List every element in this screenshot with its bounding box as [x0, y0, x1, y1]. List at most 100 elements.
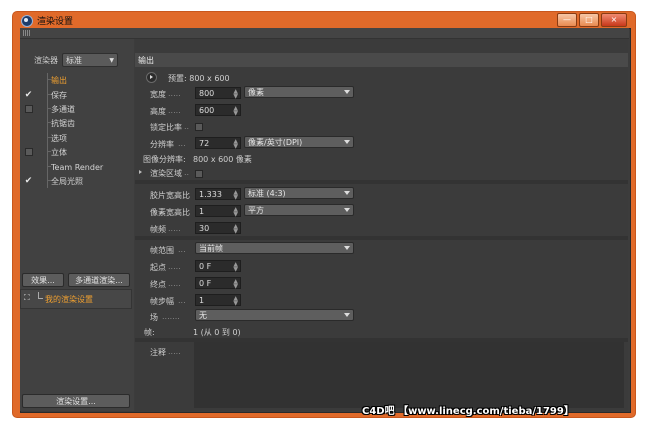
- tree-item-label: 保存: [51, 90, 67, 100]
- frames-label: 帧:: [144, 328, 155, 337]
- fps-input[interactable]: 30 ▲ ▼: [195, 222, 241, 235]
- grip-handle-icon[interactable]: [23, 30, 31, 36]
- section-title: 输出: [138, 55, 154, 65]
- chevron-down-icon: [344, 140, 350, 144]
- lock-ratio-checkbox[interactable]: [195, 123, 203, 131]
- tree-item-label: 抗锯齿: [51, 118, 75, 128]
- toolbar-strip: [20, 28, 629, 39]
- resolution-input[interactable]: 72 ▲ ▼: [195, 137, 241, 150]
- spinner-icon[interactable]: ▲ ▼: [233, 190, 238, 201]
- resolution-value: 72: [199, 138, 210, 148]
- render-settings-button[interactable]: 渲染设置...: [22, 394, 130, 408]
- start-input[interactable]: 0 F ▲ ▼: [195, 260, 241, 273]
- spinner-icon[interactable]: ▲ ▼: [233, 139, 238, 150]
- height-label: 高度: [150, 107, 166, 116]
- tree-item-output[interactable]: 输出: [20, 73, 134, 87]
- expand-arrow-icon[interactable]: [139, 170, 142, 174]
- pixel-aspect-dropdown[interactable]: 平方: [244, 204, 354, 216]
- section-header: 输出: [135, 53, 628, 67]
- watermark: C4D吧 【www.linecg.com/tieba/1799】: [362, 406, 574, 417]
- title-bar: 渲染设置 — □ ×: [13, 12, 635, 29]
- unit-dropdown[interactable]: 像素: [244, 86, 354, 98]
- checkmark-icon[interactable]: ✔: [24, 176, 33, 186]
- resolution-unit-value: 像素/英寸(DPI): [248, 137, 303, 147]
- width-value: 800: [199, 88, 215, 98]
- film-aspect-label: 胶片宽高比: [150, 191, 190, 200]
- tree-item-global-illumination[interactable]: ✔ 全局光照: [20, 174, 134, 188]
- left-panel: 渲染器 标准 ▼ 输出 ✔ 保存 多通道 抗锯齿 选项 立体 Team Rend…: [20, 39, 134, 411]
- spinner-icon[interactable]: ▲ ▼: [233, 262, 238, 273]
- fields-label: 场: [150, 313, 158, 322]
- width-input[interactable]: 800 ▲ ▼: [195, 87, 241, 100]
- end-input[interactable]: 0 F ▲ ▼: [195, 277, 241, 290]
- chevron-down-icon: ▼: [109, 56, 114, 64]
- tree-item-label: 全局光照: [51, 176, 83, 186]
- preset-item-my-render-settings[interactable]: 我的渲染设置: [45, 294, 93, 305]
- film-aspect-value: 1.333: [199, 189, 222, 199]
- lock-ratio-label: 锁定比率: [150, 123, 182, 132]
- spinner-icon[interactable]: ▲ ▼: [233, 89, 238, 100]
- spinner-icon[interactable]: ▲ ▼: [233, 296, 238, 307]
- cinema4d-logo-icon: [21, 14, 33, 27]
- checkmark-icon[interactable]: ✔: [24, 90, 33, 100]
- tree-item-antialiasing[interactable]: 抗锯齿: [20, 116, 134, 130]
- tree-item-team-render[interactable]: Team Render: [20, 160, 134, 174]
- fields-value: 无: [199, 310, 207, 320]
- frames-value: 1 (从 0 到 0): [193, 328, 241, 337]
- spinner-icon[interactable]: ▲ ▼: [233, 106, 238, 117]
- frame-step-input[interactable]: 1 ▲ ▼: [195, 294, 241, 307]
- frame-step-label: 帧步幅: [150, 297, 174, 306]
- close-button[interactable]: ×: [601, 13, 627, 27]
- fields-dropdown[interactable]: 无: [195, 309, 354, 321]
- resolution-label: 分辨率: [150, 140, 174, 149]
- checkbox[interactable]: [25, 105, 33, 113]
- render-region-label: 渲染区域: [150, 169, 182, 178]
- end-value: 0 F: [199, 278, 212, 288]
- pixel-aspect-input[interactable]: 1 ▲ ▼: [195, 205, 241, 218]
- tree-item-label: Team Render: [51, 162, 104, 172]
- resolution-unit-dropdown[interactable]: 像素/英寸(DPI): [244, 136, 354, 148]
- play-icon[interactable]: [146, 72, 157, 83]
- render-region-checkbox[interactable]: [195, 170, 203, 178]
- film-aspect-dropdown[interactable]: 标准 (4:3): [244, 187, 354, 199]
- divider: [135, 236, 628, 240]
- start-label: 起点: [150, 263, 166, 272]
- spinner-icon[interactable]: ▲ ▼: [233, 207, 238, 218]
- tree-item-multipass[interactable]: 多通道: [20, 102, 134, 116]
- pixel-aspect-value: 1: [199, 206, 205, 216]
- divider: [135, 180, 628, 184]
- preset-settings-icon[interactable]: ⛶: [24, 293, 30, 303]
- renderer-label: 渲染器: [34, 55, 58, 65]
- tree-item-stereo[interactable]: 立体: [20, 145, 134, 159]
- spinner-icon[interactable]: ▲ ▼: [233, 224, 238, 235]
- renderer-value: 标准: [66, 55, 82, 65]
- maximize-button[interactable]: □: [579, 13, 599, 27]
- tree-item-label: 多通道: [51, 104, 75, 114]
- height-value: 600: [199, 105, 215, 115]
- minimize-button[interactable]: —: [557, 13, 577, 27]
- image-resolution-label: 图像分辨率:: [143, 155, 186, 164]
- pixel-aspect-label: 像素宽高比: [150, 208, 190, 217]
- tree-connector: [47, 73, 48, 188]
- spinner-icon[interactable]: ▲ ▼: [233, 279, 238, 290]
- checkbox[interactable]: [25, 148, 33, 156]
- tree-item-options[interactable]: 选项: [20, 131, 134, 145]
- tree-item-label: 选项: [51, 133, 67, 143]
- tree-item-save[interactable]: ✔ 保存: [20, 88, 134, 102]
- preset-label: 预置: 800 x 600: [168, 74, 230, 83]
- frame-step-value: 1: [199, 295, 205, 305]
- effects-button[interactable]: 效果...: [22, 273, 64, 287]
- unit-value: 像素: [248, 87, 264, 97]
- frame-range-dropdown[interactable]: 当前帧: [195, 242, 354, 254]
- notes-textarea[interactable]: [194, 342, 624, 408]
- fps-value: 30: [199, 223, 210, 233]
- frame-range-label: 帧范围: [150, 246, 174, 255]
- height-input[interactable]: 600 ▲ ▼: [195, 104, 241, 117]
- renderer-dropdown[interactable]: 标准 ▼: [62, 53, 118, 67]
- tree-item-label: 立体: [51, 147, 67, 157]
- film-aspect-input[interactable]: 1.333 ▲ ▼: [195, 188, 241, 201]
- frame-range-value: 当前帧: [199, 243, 223, 253]
- chevron-down-icon: [344, 313, 350, 317]
- pixel-aspect-preset: 平方: [248, 205, 264, 215]
- multipass-render-button[interactable]: 多通道渲染...: [68, 273, 130, 287]
